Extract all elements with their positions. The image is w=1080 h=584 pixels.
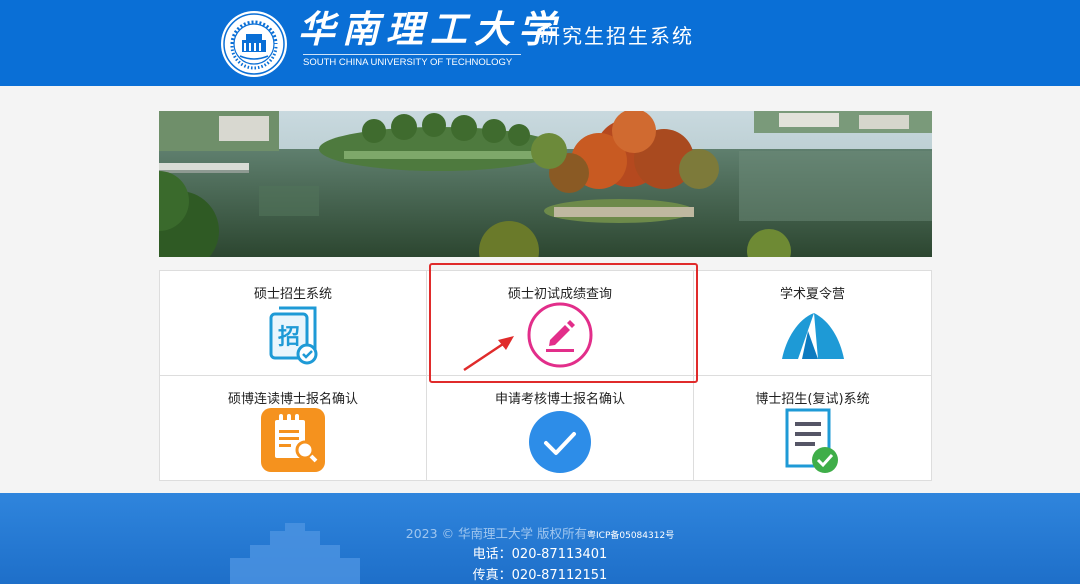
menu-item-label: 申请考核博士报名确认 [494, 392, 625, 407]
university-seal-icon [221, 11, 287, 77]
document-check-icon [785, 408, 838, 473]
footer-copyright: 2023 © 华南理工大学 版权所有粤ICP备05084312号 [0, 523, 1080, 542]
menu-item-label: 博士招生(复试)系统 [755, 392, 870, 407]
checkmark-circle-icon [529, 411, 591, 473]
menu-item-master-recruit[interactable]: 硕士招生系统 招 [160, 271, 426, 375]
svg-text:招: 招 [278, 325, 300, 350]
menu-item-application-phd-confirm[interactable]: 申请考核博士报名确认 [427, 376, 693, 480]
document-search-icon [261, 408, 325, 472]
system-title: 研究生招生系统 [540, 24, 694, 48]
annotation-arrow-icon [463, 336, 514, 372]
university-name-en: SOUTH CHINA UNIVERSITY OF TECHNOLOGY [303, 57, 513, 68]
footer-fax: 传真：020-87112151 [472, 568, 608, 583]
footer-phone: 电话：020-87113401 [472, 547, 608, 562]
copyright-text: 2023 © 华南理工大学 版权所有 [405, 526, 588, 541]
menu-item-label: 学术夏令营 [779, 287, 845, 302]
menu-item-phd-retest-system[interactable]: 博士招生(复试)系统 [694, 376, 931, 480]
page-footer: 2023 © 华南理工大学 版权所有粤ICP备05084312号 电话：020-… [0, 493, 1080, 584]
menu-item-label: 硕士招生系统 [253, 287, 332, 302]
menu-item-label: 硕博连读博士报名确认 [227, 392, 358, 407]
top-header: 华南理工大学 SOUTH CHINA UNIVERSITY OF TECHNOL… [0, 0, 1080, 86]
menu-item-direct-phd-confirm[interactable]: 硕博连读博士报名确认 [160, 376, 426, 480]
tent-icon [781, 313, 844, 359]
menu-item-summer-camp[interactable]: 学术夏令营 [694, 271, 931, 375]
recruit-icon: 招 [269, 306, 318, 365]
campus-lake-banner [159, 111, 932, 257]
icp-link[interactable]: 粤ICP备05084312号 [587, 531, 674, 541]
logo-divider [303, 54, 521, 55]
university-name-cn: 华南理工大学 [298, 7, 562, 51]
